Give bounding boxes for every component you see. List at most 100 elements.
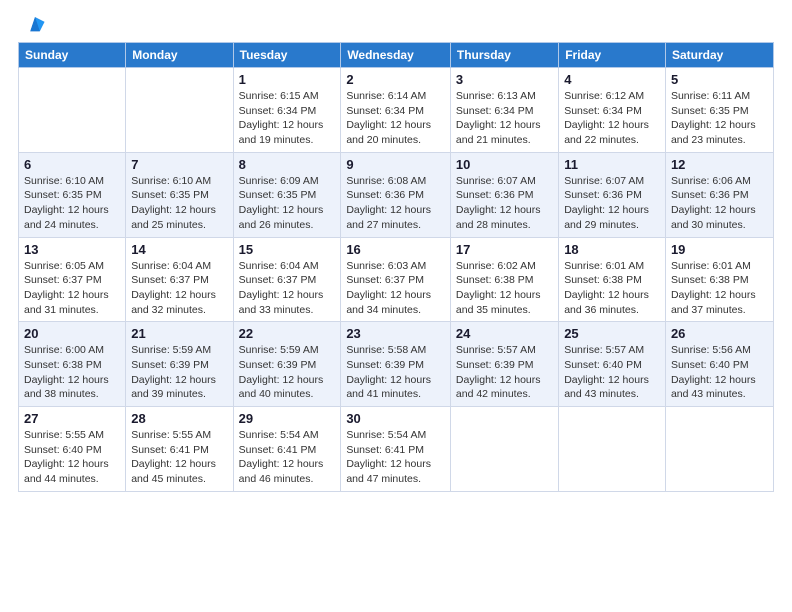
day-info: Sunrise: 6:10 AMSunset: 6:35 PMDaylight:…: [131, 174, 227, 233]
day-info: Sunrise: 6:12 AMSunset: 6:34 PMDaylight:…: [564, 89, 660, 148]
day-info: Sunrise: 6:01 AMSunset: 6:38 PMDaylight:…: [564, 259, 660, 318]
calendar-cell: 20 Sunrise: 6:00 AMSunset: 6:38 PMDayligh…: [19, 322, 126, 407]
day-info: Sunrise: 6:09 AMSunset: 6:35 PMDaylight:…: [239, 174, 336, 233]
calendar-cell: 28 Sunrise: 5:55 AMSunset: 6:41 PMDayligh…: [126, 407, 233, 492]
calendar-row-3: 20 Sunrise: 6:00 AMSunset: 6:38 PMDayligh…: [19, 322, 774, 407]
day-info: Sunrise: 6:14 AMSunset: 6:34 PMDaylight:…: [346, 89, 445, 148]
day-info: Sunrise: 5:57 AMSunset: 6:39 PMDaylight:…: [456, 343, 553, 402]
day-number: 26: [671, 326, 768, 341]
calendar-cell: 1 Sunrise: 6:15 AMSunset: 6:34 PMDaylight…: [233, 68, 341, 153]
day-info: Sunrise: 5:59 AMSunset: 6:39 PMDaylight:…: [239, 343, 336, 402]
day-number: 14: [131, 242, 227, 257]
calendar-cell: 21Sunrise: 5:59 AMSunset: 6:39 PMDayligh…: [126, 322, 233, 407]
weekday-header-tuesday: Tuesday: [233, 43, 341, 68]
day-info: Sunrise: 6:02 AMSunset: 6:38 PMDaylight:…: [456, 259, 553, 318]
calendar-cell: 5 Sunrise: 6:11 AMSunset: 6:35 PMDaylight…: [665, 68, 773, 153]
calendar-cell: 6Sunrise: 6:10 AMSunset: 6:35 PMDaylight…: [19, 152, 126, 237]
day-info: Sunrise: 5:56 AMSunset: 6:40 PMDaylight:…: [671, 343, 768, 402]
day-info: Sunrise: 5:57 AMSunset: 6:40 PMDaylight:…: [564, 343, 660, 402]
day-number: 25: [564, 326, 660, 341]
day-info: Sunrise: 6:07 AMSunset: 6:36 PMDaylight:…: [564, 174, 660, 233]
calendar-cell: [450, 407, 558, 492]
calendar-row-4: 27Sunrise: 5:55 AMSunset: 6:40 PMDayligh…: [19, 407, 774, 492]
weekday-header-thursday: Thursday: [450, 43, 558, 68]
calendar-cell: 14Sunrise: 6:04 AMSunset: 6:37 PMDayligh…: [126, 237, 233, 322]
day-info: Sunrise: 5:54 AMSunset: 6:41 PMDaylight:…: [346, 428, 445, 487]
calendar-table: SundayMondayTuesdayWednesdayThursdayFrid…: [18, 42, 774, 492]
day-number: 4: [564, 72, 660, 87]
day-number: 18: [564, 242, 660, 257]
day-number: 16: [346, 242, 445, 257]
weekday-header-monday: Monday: [126, 43, 233, 68]
day-number: 22: [239, 326, 336, 341]
weekday-header-saturday: Saturday: [665, 43, 773, 68]
calendar-cell: 11 Sunrise: 6:07 AMSunset: 6:36 PMDayligh…: [559, 152, 666, 237]
day-number: 13: [24, 242, 120, 257]
day-number: 28: [131, 411, 227, 426]
calendar-cell: 25 Sunrise: 5:57 AMSunset: 6:40 PMDayligh…: [559, 322, 666, 407]
day-number: 1: [239, 72, 336, 87]
calendar-cell: 7 Sunrise: 6:10 AMSunset: 6:35 PMDaylight…: [126, 152, 233, 237]
day-info: Sunrise: 6:15 AMSunset: 6:34 PMDaylight:…: [239, 89, 336, 148]
logo-icon: [24, 14, 46, 36]
calendar-cell: 27Sunrise: 5:55 AMSunset: 6:40 PMDayligh…: [19, 407, 126, 492]
calendar-cell: 3 Sunrise: 6:13 AMSunset: 6:34 PMDaylight…: [450, 68, 558, 153]
day-number: 7: [131, 157, 227, 172]
calendar-cell: 26 Sunrise: 5:56 AMSunset: 6:40 PMDayligh…: [665, 322, 773, 407]
weekday-header-wednesday: Wednesday: [341, 43, 451, 68]
calendar-cell: [559, 407, 666, 492]
day-number: 12: [671, 157, 768, 172]
logo: [18, 14, 46, 36]
day-number: 17: [456, 242, 553, 257]
day-number: 3: [456, 72, 553, 87]
day-number: 19: [671, 242, 768, 257]
calendar-row-1: 6 Sunrise: 6:10 AMSunset: 6:35 PMDaylight…: [19, 152, 774, 237]
day-info: Sunrise: 6:11 AMSunset: 6:35 PMDaylight:…: [671, 89, 768, 148]
calendar-cell: [126, 68, 233, 153]
calendar-cell: 30Sunrise: 5:54 AMSunset: 6:41 PMDayligh…: [341, 407, 451, 492]
calendar-cell: 29 Sunrise: 5:54 AMSunset: 6:41 PMDayligh…: [233, 407, 341, 492]
calendar-cell: 17 Sunrise: 6:02 AMSunset: 6:38 PMDayligh…: [450, 237, 558, 322]
calendar-cell: 4 Sunrise: 6:12 AMSunset: 6:34 PMDaylight…: [559, 68, 666, 153]
day-number: 6: [24, 157, 120, 172]
day-info: Sunrise: 6:08 AMSunset: 6:36 PMDaylight:…: [346, 174, 445, 233]
day-number: 10: [456, 157, 553, 172]
calendar-cell: 9 Sunrise: 6:08 AMSunset: 6:36 PMDaylight…: [341, 152, 451, 237]
calendar-cell: 22 Sunrise: 5:59 AMSunset: 6:39 PMDayligh…: [233, 322, 341, 407]
day-number: 23: [346, 326, 445, 341]
day-number: 2: [346, 72, 445, 87]
day-info: Sunrise: 5:54 AMSunset: 6:41 PMDaylight:…: [239, 428, 336, 487]
day-number: 20: [24, 326, 120, 341]
weekday-header-sunday: Sunday: [19, 43, 126, 68]
calendar-cell: 13 Sunrise: 6:05 AMSunset: 6:37 PMDayligh…: [19, 237, 126, 322]
day-number: 5: [671, 72, 768, 87]
calendar-cell: 10 Sunrise: 6:07 AMSunset: 6:36 PMDayligh…: [450, 152, 558, 237]
day-info: Sunrise: 5:55 AMSunset: 6:41 PMDaylight:…: [131, 428, 227, 487]
calendar-cell: 19Sunrise: 6:01 AMSunset: 6:38 PMDayligh…: [665, 237, 773, 322]
day-number: 8: [239, 157, 336, 172]
day-info: Sunrise: 6:04 AMSunset: 6:37 PMDaylight:…: [239, 259, 336, 318]
day-info: Sunrise: 6:07 AMSunset: 6:36 PMDaylight:…: [456, 174, 553, 233]
calendar-cell: 18 Sunrise: 6:01 AMSunset: 6:38 PMDayligh…: [559, 237, 666, 322]
day-info: Sunrise: 6:05 AMSunset: 6:37 PMDaylight:…: [24, 259, 120, 318]
day-number: 11: [564, 157, 660, 172]
day-info: Sunrise: 6:03 AMSunset: 6:37 PMDaylight:…: [346, 259, 445, 318]
calendar-cell: 15 Sunrise: 6:04 AMSunset: 6:37 PMDayligh…: [233, 237, 341, 322]
day-info: Sunrise: 5:59 AMSunset: 6:39 PMDaylight:…: [131, 343, 227, 402]
day-number: 29: [239, 411, 336, 426]
day-info: Sunrise: 5:58 AMSunset: 6:39 PMDaylight:…: [346, 343, 445, 402]
weekday-header-friday: Friday: [559, 43, 666, 68]
day-info: Sunrise: 6:13 AMSunset: 6:34 PMDaylight:…: [456, 89, 553, 148]
day-number: 27: [24, 411, 120, 426]
calendar-row-2: 13 Sunrise: 6:05 AMSunset: 6:37 PMDayligh…: [19, 237, 774, 322]
calendar-cell: [19, 68, 126, 153]
day-number: 15: [239, 242, 336, 257]
day-number: 9: [346, 157, 445, 172]
page: SundayMondayTuesdayWednesdayThursdayFrid…: [0, 0, 792, 612]
day-info: Sunrise: 6:00 AMSunset: 6:38 PMDaylight:…: [24, 343, 120, 402]
calendar-cell: 24 Sunrise: 5:57 AMSunset: 6:39 PMDayligh…: [450, 322, 558, 407]
calendar-row-0: 1 Sunrise: 6:15 AMSunset: 6:34 PMDaylight…: [19, 68, 774, 153]
calendar-cell: 2 Sunrise: 6:14 AMSunset: 6:34 PMDaylight…: [341, 68, 451, 153]
calendar-header-row: SundayMondayTuesdayWednesdayThursdayFrid…: [19, 43, 774, 68]
day-number: 24: [456, 326, 553, 341]
